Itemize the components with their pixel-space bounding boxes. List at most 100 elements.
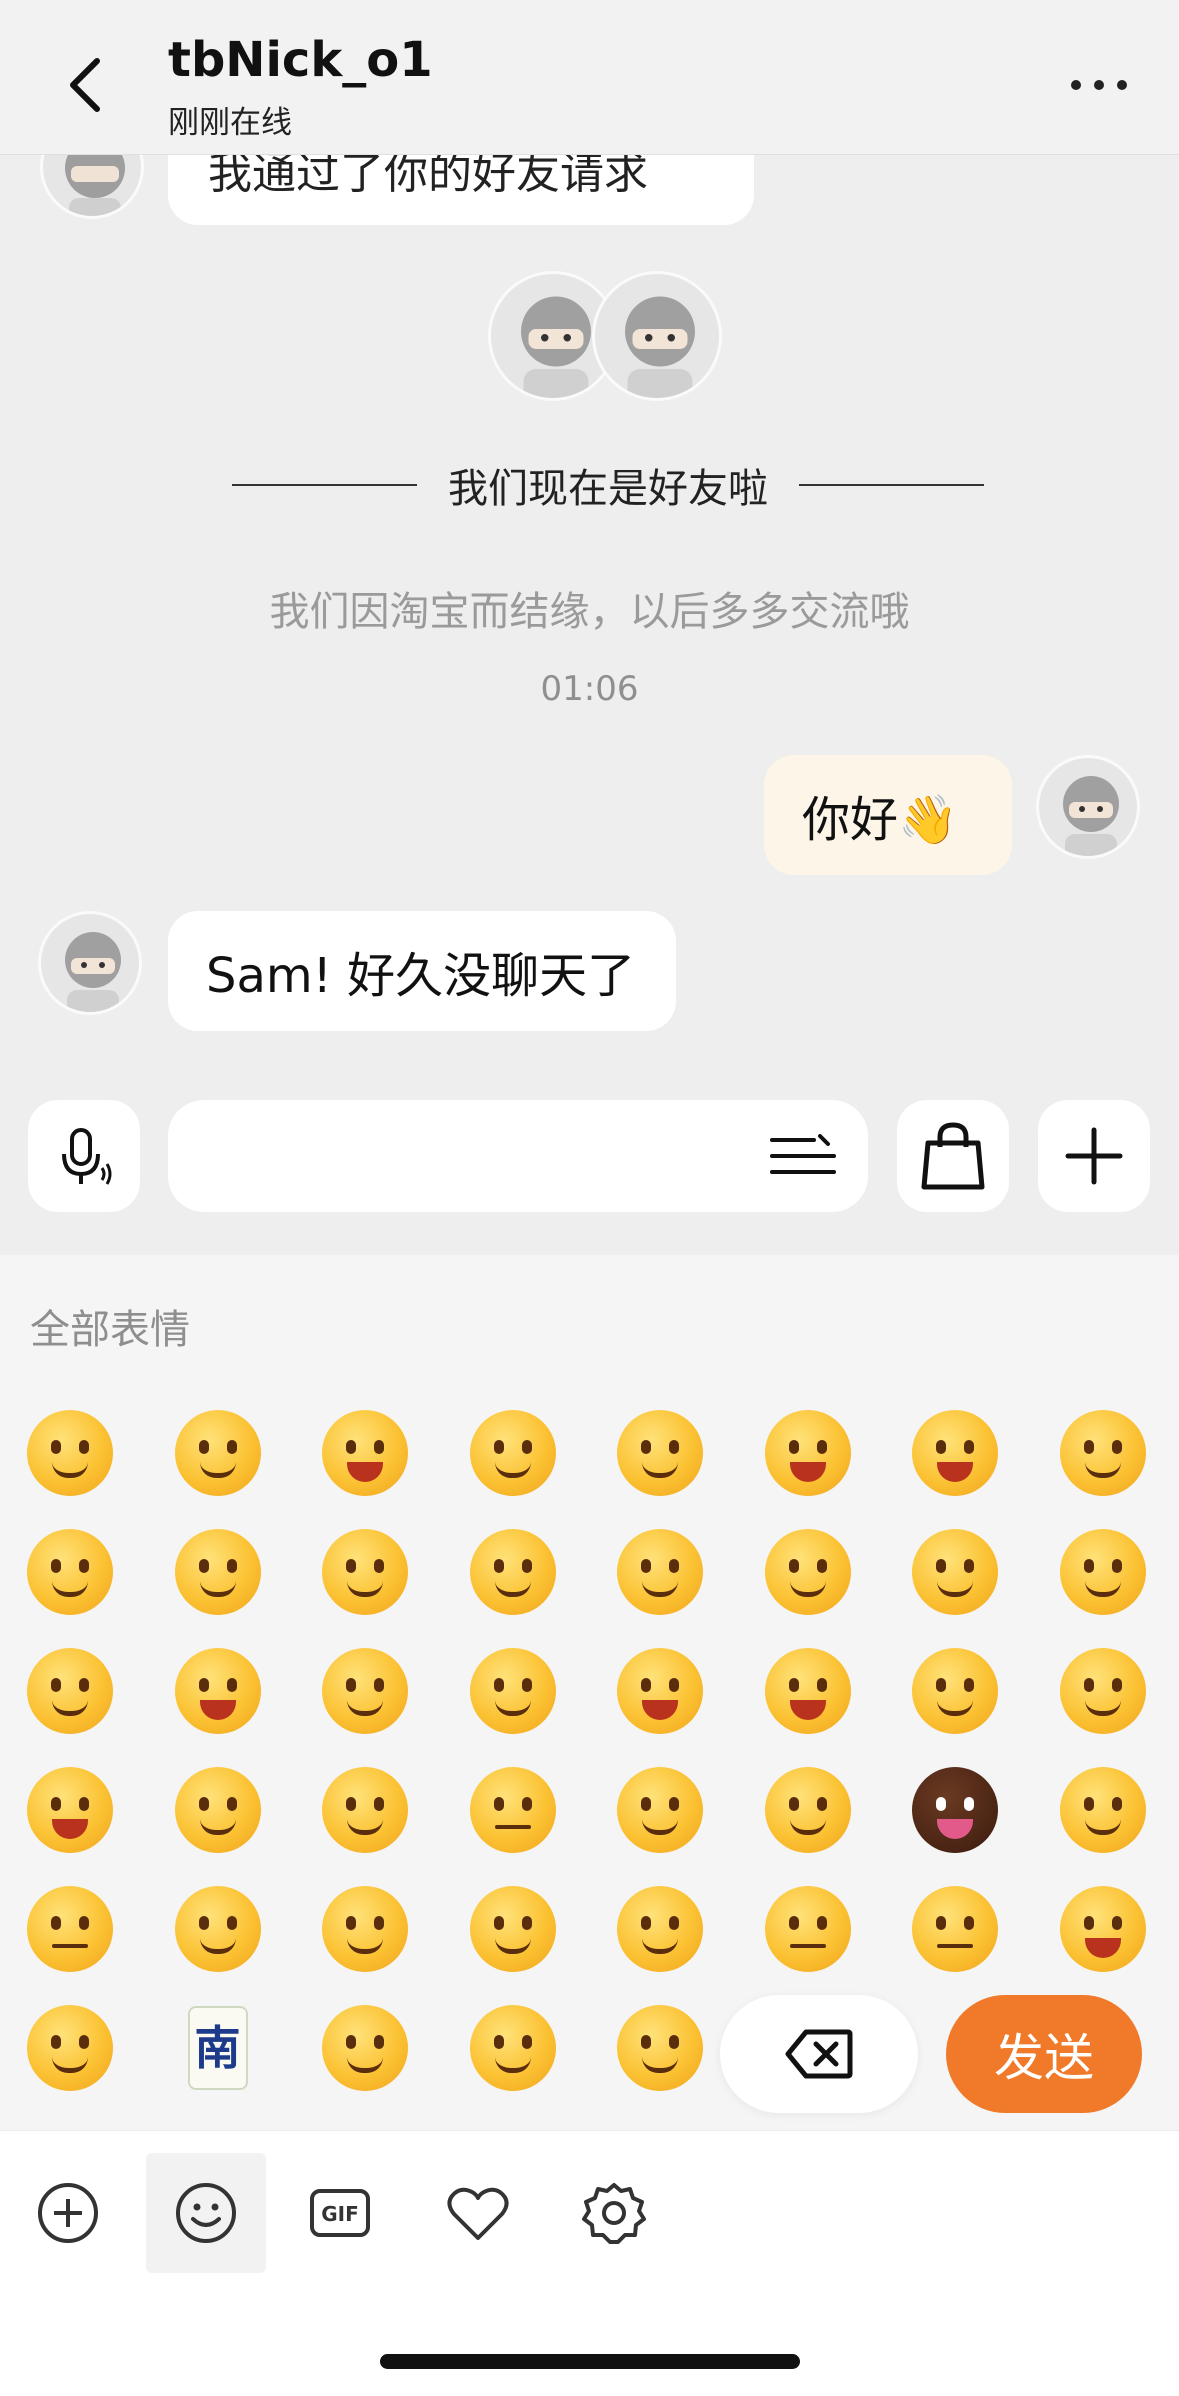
- contact-avatar[interactable]: [38, 911, 142, 1015]
- toolbar-favorite-button[interactable]: [418, 2153, 538, 2273]
- ninja-avatar-icon: [1063, 776, 1119, 856]
- my-message-bubble[interactable]: 你好👋: [764, 755, 1012, 875]
- message-input[interactable]: [198, 1120, 758, 1192]
- friend-divider: 我们现在是好友啦: [232, 455, 984, 515]
- stare-icon: [469, 1767, 556, 1853]
- my-avatar[interactable]: [1036, 755, 1140, 859]
- chat-title: tbNick_o1: [168, 32, 433, 88]
- emoji-blush[interactable]: [170, 1405, 266, 1501]
- emoji-smirk[interactable]: [1055, 1524, 1151, 1620]
- emoji-headband[interactable]: [317, 1524, 413, 1620]
- emoji-section-label: 全部表情: [30, 1307, 190, 1353]
- laugh-icon: [764, 1410, 851, 1496]
- emoji-victory-hand[interactable]: [465, 1524, 561, 1620]
- sweat-icon: [322, 2005, 408, 2091]
- knife-icon: [617, 1410, 703, 1496]
- emoji-tongue[interactable]: [317, 1405, 413, 1501]
- back-button[interactable]: [55, 45, 115, 125]
- blush-icon: [174, 1410, 261, 1496]
- victory-hand-icon: [469, 1529, 556, 1615]
- add-button[interactable]: [1038, 1100, 1150, 1212]
- emoji-grimace[interactable]: [907, 1881, 1003, 1977]
- message-time: 01:06: [540, 669, 639, 709]
- emoji-sad[interactable]: [465, 2000, 561, 2096]
- microphone-icon: [62, 1128, 112, 1185]
- emoji-hug[interactable]: [170, 1524, 266, 1620]
- toolbar-gif-button[interactable]: GIF: [280, 2153, 400, 2273]
- emoji-shock[interactable]: [612, 1762, 708, 1858]
- sweat-grin-icon: [1059, 1886, 1146, 1972]
- emoji-stare[interactable]: [465, 1762, 561, 1858]
- question-icon: [174, 1886, 261, 1972]
- emoji-question[interactable]: [170, 1881, 266, 1977]
- emoji-pleading[interactable]: [465, 1881, 561, 1977]
- message-text: Sam! 好久没聊天了: [206, 948, 636, 1004]
- crazy-icon: [764, 1648, 851, 1734]
- toolbar-add-button[interactable]: [8, 2153, 128, 2273]
- emoji-cheer[interactable]: [612, 1643, 708, 1739]
- emoji-heart-eyes[interactable]: [907, 1524, 1003, 1620]
- money-eyes-icon: [469, 1648, 556, 1734]
- emoji-mahjong-south[interactable]: 南: [170, 2000, 266, 2096]
- emoji-sweat-laugh[interactable]: [907, 1405, 1003, 1501]
- side-eye-icon: [322, 1767, 408, 1853]
- emoji-angel[interactable]: [907, 1643, 1003, 1739]
- emoji-money-eyes[interactable]: [465, 1643, 561, 1739]
- quick-phrase-icon[interactable]: [768, 1134, 838, 1178]
- emoji-giggle[interactable]: [465, 1405, 561, 1501]
- emoji-sleep[interactable]: [612, 2000, 708, 2096]
- chevron-left-icon: [70, 58, 100, 112]
- sleepy-icon: [27, 1529, 113, 1615]
- send-button[interactable]: 发送: [946, 1995, 1142, 2113]
- emoji-unamused[interactable]: [22, 1881, 118, 1977]
- emoji-peek[interactable]: [317, 1881, 413, 1977]
- emoji-knife[interactable]: [612, 1405, 708, 1501]
- emoji-think[interactable]: [1055, 1643, 1151, 1739]
- emoji-megaphone[interactable]: [170, 1643, 266, 1739]
- emoji-sweat[interactable]: [317, 2000, 413, 2096]
- wipe-icon: [617, 1886, 703, 1972]
- more-horizontal-icon: [1071, 80, 1127, 90]
- emoji-dark-tongue[interactable]: [907, 1762, 1003, 1858]
- message-list[interactable]: 我通过了你的好友请求 我们现在是好友啦 我们因淘宝而结缘，以后多多交流哦 01:…: [0, 155, 1179, 1255]
- emoji-crazy[interactable]: [760, 1643, 856, 1739]
- dark-tongue-icon: [912, 1767, 998, 1853]
- sweat-laugh-icon: [912, 1410, 998, 1496]
- toolbar-emoji-button[interactable]: [146, 2153, 266, 2273]
- emoji-laugh[interactable]: [760, 1405, 856, 1501]
- emoji-side-eye[interactable]: [317, 1762, 413, 1858]
- emoji-abacus[interactable]: [317, 1643, 413, 1739]
- avatar[interactable]: [40, 155, 144, 219]
- emoji-wipe[interactable]: [612, 1881, 708, 1977]
- toolbar-settings-button[interactable]: [554, 2153, 674, 2273]
- svg-text:GIF: GIF: [321, 2202, 359, 2226]
- online-status: 刚刚在线: [168, 105, 292, 141]
- delete-button[interactable]: [720, 1995, 918, 2113]
- friend-divider-text: 我们现在是好友啦: [448, 466, 768, 512]
- emoji-sleepy[interactable]: [22, 1524, 118, 1620]
- grin-icon: [27, 1767, 113, 1853]
- emoji-grin[interactable]: [22, 1762, 118, 1858]
- emoji-squint[interactable]: [170, 1762, 266, 1858]
- emoji-kiss-heart[interactable]: [1055, 1405, 1151, 1501]
- more-button[interactable]: [1059, 55, 1139, 115]
- emoji-skull[interactable]: [1055, 1762, 1151, 1858]
- voice-button[interactable]: [28, 1100, 140, 1212]
- emoji-thumbs-up[interactable]: [612, 1524, 708, 1620]
- pleading-icon: [469, 1886, 556, 1972]
- emoji-fear[interactable]: [22, 2000, 118, 2096]
- message-bubble[interactable]: 我通过了你的好友请求: [168, 155, 754, 225]
- emoji-sweat-grin[interactable]: [1055, 1881, 1151, 1977]
- avatar[interactable]: [592, 271, 722, 401]
- emoji-monocle[interactable]: [22, 1643, 118, 1739]
- emoji-smile[interactable]: [22, 1405, 118, 1501]
- hug-icon: [174, 1529, 261, 1615]
- emoji-facepalm[interactable]: [760, 1762, 856, 1858]
- emoji-kiss[interactable]: [760, 1524, 856, 1620]
- message-input-field[interactable]: [168, 1100, 868, 1212]
- emoji-mask[interactable]: [760, 1881, 856, 1977]
- contact-message-bubble[interactable]: Sam! 好久没聊天了: [168, 911, 676, 1031]
- message-text: 你好👋: [802, 792, 958, 848]
- chat-header: tbNick_o1 刚刚在线: [0, 0, 1179, 155]
- shop-button[interactable]: [897, 1100, 1009, 1212]
